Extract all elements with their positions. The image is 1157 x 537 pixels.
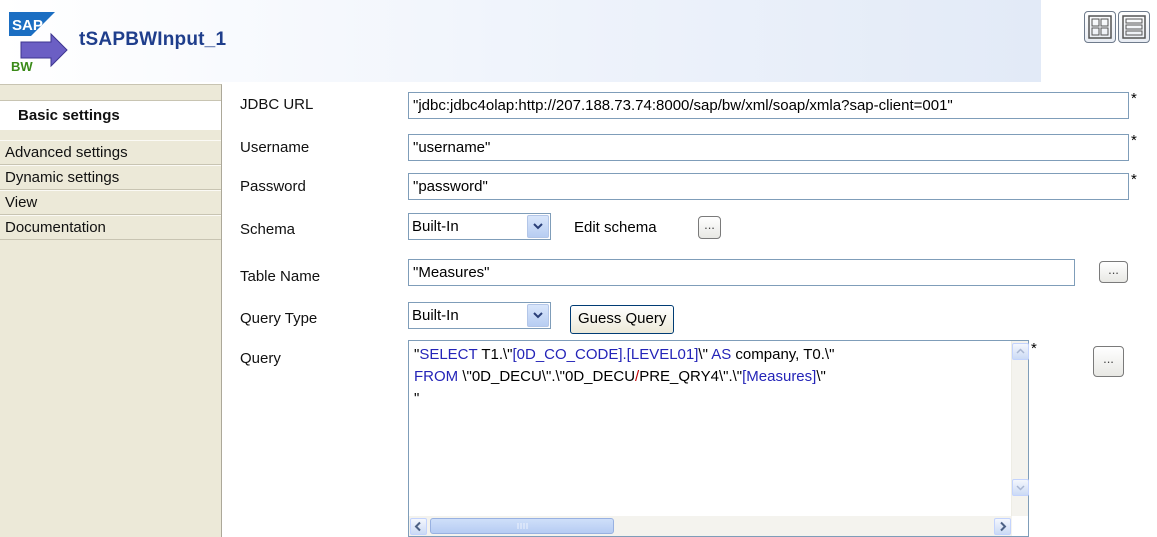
scroll-right-button[interactable] [994, 518, 1011, 535]
chevron-down-icon[interactable] [527, 215, 549, 238]
username-field[interactable]: "username" [408, 134, 1129, 161]
guess-query-button[interactable]: Guess Query [570, 305, 675, 334]
edit-schema-button[interactable]: ... [698, 216, 721, 239]
chevron-up-icon [1016, 348, 1025, 354]
query-line-3: " [414, 390, 420, 407]
tab-view[interactable]: View [0, 190, 221, 215]
query-label: Query [240, 350, 281, 367]
query-editor[interactable]: "SELECT T1.\"[0D_CO_CODE].[LEVEL01]\" AS… [408, 340, 1029, 537]
chevron-left-icon [414, 521, 421, 532]
jdbc-url-required: * [1131, 90, 1137, 107]
schema-select[interactable]: Built-In [408, 213, 551, 240]
query-type-label: Query Type [240, 310, 318, 327]
password-label: Password [240, 178, 306, 195]
svg-text:BW: BW [11, 59, 33, 72]
sidebar-fill [0, 240, 221, 537]
tab-basic-settings[interactable]: Basic settings [0, 100, 221, 130]
sap-bw-logo-icon: SAP BW [9, 12, 68, 72]
scroll-up-button[interactable] [1012, 343, 1029, 360]
query-type-select-value: Built-In [412, 307, 459, 324]
query-text[interactable]: "SELECT T1.\"[0D_CO_CODE].[LEVEL01]\" AS… [414, 344, 1004, 410]
chevron-down-icon [1016, 485, 1025, 491]
component-header: SAP BW tSAPBWInput_1 [0, 0, 1041, 82]
grid-view-button[interactable] [1084, 11, 1116, 43]
chevron-down-icon[interactable] [527, 304, 549, 327]
query-line-1: "SELECT T1.\"[0D_CO_CODE].[LEVEL01]\" AS… [414, 346, 835, 363]
chevron-right-icon [1000, 521, 1007, 532]
jdbc-url-field[interactable]: "jdbc:jdbc4olap:http://207.188.73.74:800… [408, 92, 1129, 119]
component-title: tSAPBWInput_1 [79, 29, 227, 50]
schema-select-value: Built-In [412, 218, 459, 235]
scroll-left-button[interactable] [410, 518, 427, 535]
svg-text:SAP: SAP [12, 17, 43, 34]
username-label: Username [240, 139, 310, 156]
table-name-label: Table Name [240, 268, 321, 285]
horizontal-scroll-thumb[interactable] [430, 518, 614, 534]
scroll-down-button[interactable] [1012, 479, 1029, 496]
query-line-2: FROM \"0D_DECU\".\"0D_DECU/PRE_QRY4\".\"… [414, 368, 826, 385]
query-edit-button[interactable]: ... [1093, 346, 1124, 377]
tab-documentation[interactable]: Documentation [0, 215, 221, 240]
jdbc-url-label: JDBC URL [240, 96, 314, 113]
table-name-browse-button[interactable]: ... [1099, 261, 1128, 283]
query-type-select[interactable]: Built-In [408, 302, 551, 329]
grip-icon [517, 523, 528, 529]
query-required: * [1031, 340, 1037, 357]
list-view-button[interactable] [1118, 11, 1150, 43]
query-vertical-scrollbar[interactable] [1011, 341, 1029, 516]
password-required: * [1131, 171, 1137, 188]
schema-label: Schema [240, 221, 296, 238]
query-horizontal-scrollbar[interactable] [409, 516, 1012, 536]
username-required: * [1131, 132, 1137, 149]
edit-schema-label: Edit schema [574, 219, 657, 236]
password-field[interactable]: "password" [408, 173, 1129, 200]
table-name-field[interactable]: "Measures" [408, 259, 1075, 286]
grid-view-icon [1088, 15, 1112, 39]
tab-advanced-settings[interactable]: Advanced settings [0, 140, 221, 165]
tab-dynamic-settings[interactable]: Dynamic settings [0, 165, 221, 190]
list-view-icon [1122, 15, 1146, 39]
